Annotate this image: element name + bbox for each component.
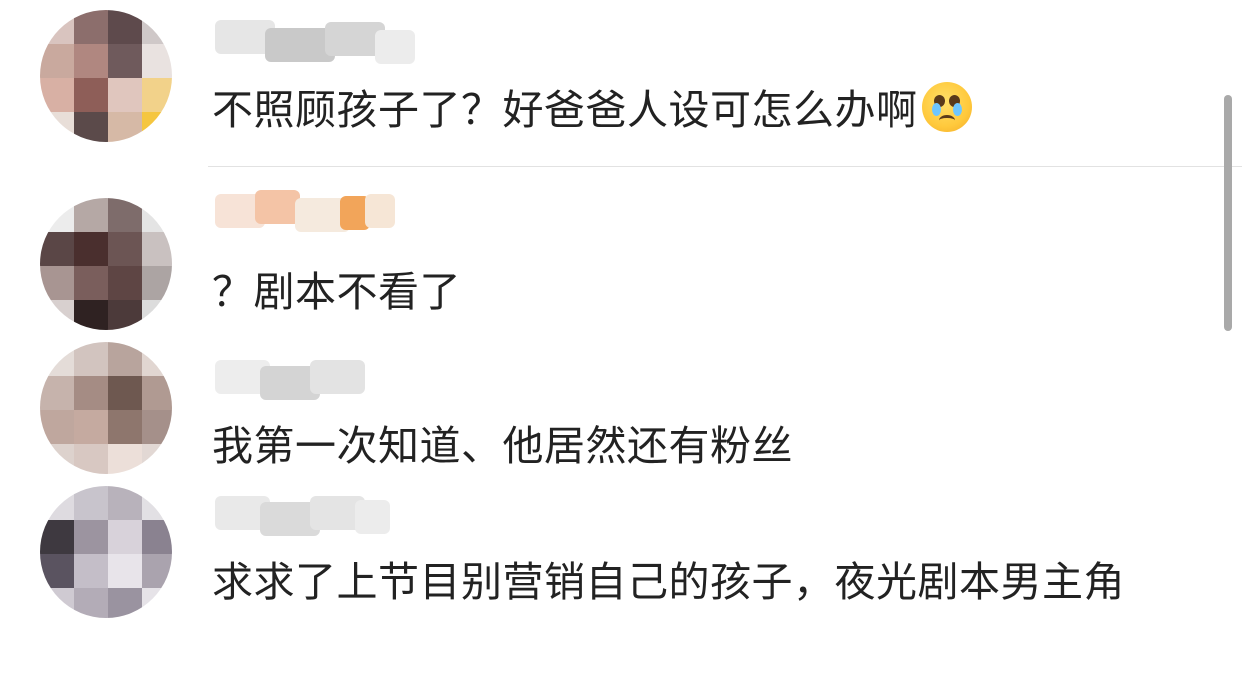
pleading-crying-face-icon (921, 82, 972, 132)
comment-text: 不照顾孩子了？好爸爸人设可怎么办啊 (212, 76, 1202, 144)
username-blurred[interactable] (195, 352, 415, 410)
comment-text: ？剧本不看了 (212, 268, 461, 316)
username-blurred[interactable] (195, 490, 415, 548)
avatar[interactable] (40, 10, 172, 142)
comment-list: 不照顾孩子了？好爸爸人设可怎么办啊 ？剧本不看了 我第一次知道、他居然还有粉丝 … (0, 0, 1242, 683)
avatar[interactable] (40, 342, 172, 474)
comment-item: 不照顾孩子了？好爸爸人设可怎么办啊 (0, 0, 1220, 166)
avatar[interactable] (40, 198, 172, 330)
comment-item: 求求了上节目别营销自己的孩子，夜光剧本男主角 (0, 476, 1220, 683)
avatar[interactable] (40, 486, 172, 618)
comment-text: 求求了上节目别营销自己的孩子，夜光剧本男主角 (212, 558, 1125, 606)
scrollbar[interactable] (1224, 95, 1232, 331)
comment-item: ？剧本不看了 (0, 166, 1220, 336)
username-blurred[interactable] (195, 14, 415, 72)
username-blurred[interactable] (195, 186, 415, 244)
comment-text: 我第一次知道、他居然还有粉丝 (212, 422, 793, 470)
comment-item: 我第一次知道、他居然还有粉丝 (0, 336, 1220, 476)
